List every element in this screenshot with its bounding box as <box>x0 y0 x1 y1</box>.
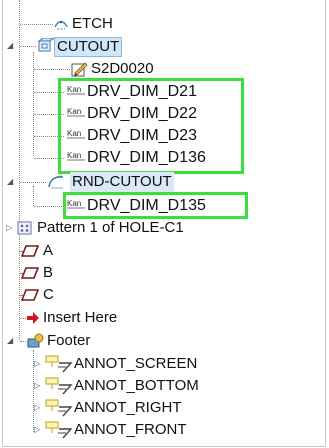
tree-item-label: ANNOT_RIGHT <box>74 399 182 416</box>
svg-text:Kan: Kan <box>67 129 81 138</box>
expand-arrow-icon[interactable]: ▷ <box>6 217 16 239</box>
round-cutout-icon <box>48 176 64 189</box>
tree-item-etch[interactable]: ETCH <box>3 13 325 35</box>
tree-item-label: DRV_DIM_D22 <box>87 105 197 122</box>
tree-item-drv-dim-d135[interactable]: Kan DRV_DIM_D135 <box>3 195 325 217</box>
tree-item-label: RND-CUTOUT <box>70 172 174 192</box>
tree-item-footer[interactable]: ◢ Footer <box>3 330 325 352</box>
tree-connector <box>20 46 36 47</box>
tree-item-label: ETCH <box>72 15 113 32</box>
annotation-icon <box>45 421 73 439</box>
tree-item-cutout[interactable]: ◢ CUTOUT <box>3 35 325 57</box>
tree-item-label: CUTOUT <box>54 37 123 57</box>
tree-item-s2d0020[interactable]: S2D0020 <box>3 58 325 80</box>
tree-item-label: B <box>43 264 54 281</box>
tree-item-label: Insert Here <box>43 309 118 326</box>
tree-item-label: S2D0020 <box>91 60 154 77</box>
sketch-icon <box>71 62 88 77</box>
tree-item-plane-c[interactable]: C <box>3 284 325 306</box>
dimension-icon: Kan <box>67 129 85 139</box>
cutout-feature-icon <box>37 38 54 52</box>
annotation-icon <box>45 355 73 373</box>
datum-plane-icon <box>21 245 39 257</box>
insert-arrow-icon <box>27 312 39 324</box>
tree-connector <box>34 92 64 93</box>
tree-item-annot-bottom[interactable]: ▷ ANNOT_BOTTOM <box>3 375 325 397</box>
tree-item-plane-b[interactable]: B <box>3 262 325 284</box>
footer-icon <box>27 333 44 348</box>
tree-item-label: C <box>43 286 54 303</box>
tree-item-annot-right[interactable]: ▷ ANNOT_RIGHT <box>3 397 325 419</box>
etch-feature-icon <box>54 20 68 30</box>
tree-item-label: DRV_DIM_D23 <box>87 127 197 144</box>
tree-item-label: DRV_DIM_D136 <box>87 149 206 166</box>
svg-text:Kan: Kan <box>67 107 81 116</box>
annotation-icon <box>45 399 73 417</box>
tree-item-label: A <box>43 242 54 259</box>
tree-connector <box>20 24 53 25</box>
tree-item-rnd-cutout[interactable]: ◢ RND-CUTOUT <box>3 171 325 193</box>
tree-item-annot-screen[interactable]: ▷ ANNOT_SCREEN <box>3 353 325 375</box>
tree-item-label: Footer <box>47 332 91 349</box>
tree-item-plane-a[interactable]: A <box>3 240 325 262</box>
collapse-arrow-icon[interactable]: ◢ <box>7 35 17 57</box>
tree-connector <box>34 136 64 137</box>
datum-plane-icon <box>21 289 39 301</box>
tree-connector <box>34 114 64 115</box>
tree-item-label: ANNOT_FRONT <box>74 421 187 438</box>
tree-item-label: ANNOT_BOTTOM <box>74 377 199 394</box>
tree-connector <box>20 182 46 183</box>
tree-item-drv-dim-d136[interactable]: Kan DRV_DIM_D136 <box>3 147 325 169</box>
svg-text:Kan: Kan <box>67 85 81 94</box>
tree-item-pattern[interactable]: ▷ Pattern 1 of HOLE-C1 <box>3 217 325 239</box>
annotation-icon <box>45 377 73 395</box>
tree-item-drv-dim-d22[interactable]: Kan DRV_DIM_D22 <box>3 103 325 125</box>
feature-tree-panel: ETCH ◢ CUTOUT S2D0020 Kan DRV_DIM_D21 Ka… <box>2 0 326 447</box>
expand-arrow-icon[interactable]: ▷ <box>34 375 44 397</box>
tree-item-label: Pattern 1 of HOLE-C1 <box>37 219 184 236</box>
tree-connector <box>34 158 64 159</box>
datum-plane-icon <box>21 267 39 279</box>
pattern-icon <box>17 221 32 235</box>
expand-arrow-icon[interactable]: ▷ <box>34 419 44 441</box>
tree-item-drv-dim-d21[interactable]: Kan DRV_DIM_D21 <box>3 81 325 103</box>
tree-connector <box>34 206 64 207</box>
expand-arrow-icon[interactable]: ▷ <box>34 397 44 419</box>
expand-arrow-icon[interactable]: ▷ <box>34 353 44 375</box>
svg-text:Kan: Kan <box>67 151 81 160</box>
tree-item-annot-front[interactable]: ▷ ANNOT_FRONT <box>3 419 325 441</box>
tree-item-label: ANNOT_SCREEN <box>74 355 198 372</box>
tree-connector <box>34 69 70 70</box>
svg-text:Kan: Kan <box>67 199 81 208</box>
tree-item-drv-dim-d23[interactable]: Kan DRV_DIM_D23 <box>3 125 325 147</box>
tree-item-label: DRV_DIM_D135 <box>87 197 206 214</box>
dimension-icon: Kan <box>67 107 85 117</box>
collapse-arrow-icon[interactable]: ◢ <box>7 171 17 193</box>
dimension-icon: Kan <box>67 199 85 209</box>
collapse-arrow-icon[interactable]: ◢ <box>7 330 17 352</box>
tree-item-label: DRV_DIM_D21 <box>87 83 197 100</box>
tree-item-insert-here[interactable]: Insert Here <box>3 307 325 329</box>
dimension-icon: Kan <box>67 151 85 161</box>
dimension-icon: Kan <box>67 85 85 95</box>
